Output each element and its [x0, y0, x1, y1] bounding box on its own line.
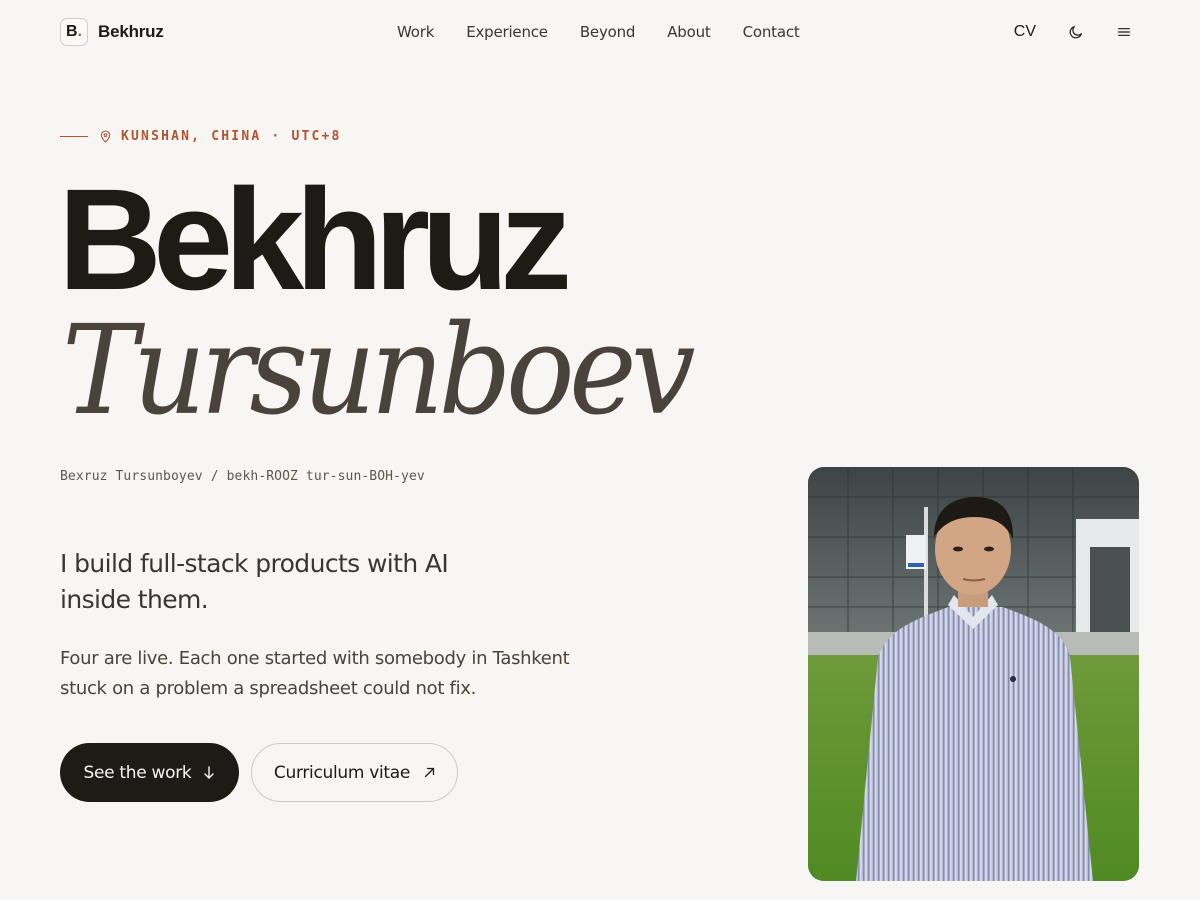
main-nav: Work Experience Beyond About Contact [381, 20, 816, 44]
location-eyebrow: KUNSHAN, CHINA · UTC+8 [60, 129, 342, 144]
brand-mark: B. [60, 18, 88, 46]
pronunciation-guide: bekh-ROOZ tur-sun-BOH-yev [226, 469, 425, 484]
arrow-down-icon [204, 765, 215, 779]
menu-button[interactable] [1108, 18, 1140, 46]
brand-name: Bekhruz [98, 22, 164, 41]
last-name-heading: Tursunboev [62, 299, 696, 443]
nav-item-experience[interactable]: Experience [450, 20, 564, 44]
theme-toggle-button[interactable] [1060, 18, 1092, 46]
brand-mark-dot: . [77, 23, 82, 40]
curriculum-vitae-label: Curriculum vitae [273, 762, 411, 783]
see-work-button[interactable]: See the work [60, 743, 239, 802]
site-header: B. Bekhruz Work Experience Beyond About … [0, 0, 1200, 64]
alt-spelling: Bexruz Tursunboyev [60, 469, 203, 484]
pronunciation-separator: / [210, 469, 219, 484]
name-pronunciation: Bexruz Tursunboyev / bekh-ROOZ tur-sun-BOH… [60, 469, 425, 484]
map-pin-icon [100, 130, 111, 143]
nav-item-beyond[interactable]: Beyond [564, 20, 651, 44]
nav-item-contact[interactable]: Contact [727, 20, 816, 44]
curriculum-vitae-button[interactable]: Curriculum vitae [251, 743, 458, 802]
cv-link[interactable]: CV [1014, 23, 1036, 41]
portrait-illustration [808, 467, 1139, 881]
hero-headline: I build full-stack products with AI insi… [60, 549, 449, 614]
portrait-photo [808, 467, 1139, 881]
header-actions: CV [1014, 18, 1140, 46]
arrow-up-right-icon [424, 767, 435, 778]
brand-logo-link[interactable]: B. Bekhruz [60, 18, 164, 46]
see-work-label: See the work [83, 762, 192, 783]
nav-item-about[interactable]: About [651, 20, 726, 44]
brand-mark-letter: B [65, 23, 78, 40]
moon-icon [1069, 26, 1082, 39]
menu-icon [1118, 28, 1130, 36]
location-text: KUNSHAN, CHINA · UTC+8 [121, 129, 342, 144]
hero-blurb: Four are live. Each one started with som… [60, 648, 570, 699]
nav-item-work[interactable]: Work [381, 20, 450, 44]
eyebrow-rule [60, 136, 88, 137]
